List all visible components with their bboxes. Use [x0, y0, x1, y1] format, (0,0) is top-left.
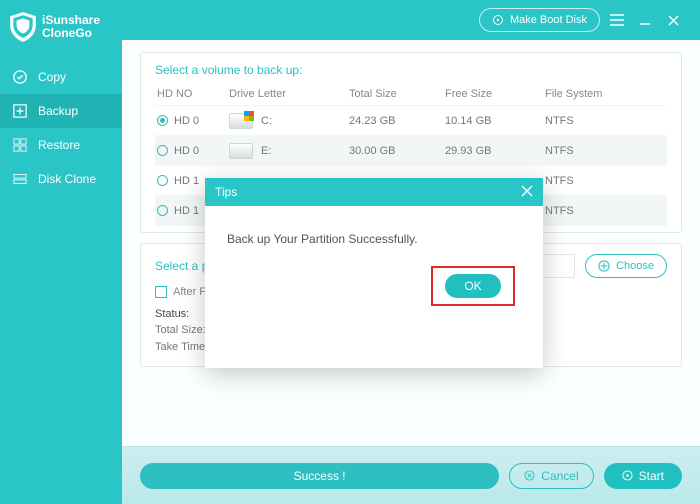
cell-fs: NTFS	[545, 205, 667, 217]
button-label: Make Boot Disk	[510, 14, 587, 26]
dialog-titlebar[interactable]: Tips	[205, 178, 543, 206]
col-drive: Drive Letter	[229, 88, 349, 100]
menu-button[interactable]	[606, 9, 628, 31]
drive-icon	[229, 143, 253, 159]
progress-label: Success !	[140, 463, 499, 489]
sidebar-item-copy[interactable]: Copy	[0, 60, 122, 94]
cell-total: 24.23 GB	[349, 115, 445, 127]
close-icon	[521, 185, 533, 197]
destination-title: Select a p	[155, 259, 208, 273]
checkbox-label: After F	[173, 286, 206, 298]
diskclone-icon	[12, 171, 28, 187]
shield-icon	[10, 12, 36, 42]
col-total: Total Size	[349, 88, 445, 100]
cell-total: 30.00 GB	[349, 145, 445, 157]
table-header: HD NO Drive Letter Total Size Free Size …	[155, 83, 667, 106]
ok-highlight: OK	[431, 266, 515, 306]
windows-drive-icon	[229, 113, 253, 129]
topbar: Make Boot Disk	[122, 0, 700, 40]
cancel-icon	[524, 470, 535, 481]
copy-icon	[12, 69, 28, 85]
sidebar-item-restore[interactable]: Restore	[0, 128, 122, 162]
table-row[interactable]: HD 0 C: 24.23 GB 10.14 GB NTFS	[155, 106, 667, 136]
cell-free: 29.93 GB	[445, 145, 545, 157]
cell-fs: NTFS	[545, 115, 667, 127]
button-label: Choose	[616, 260, 654, 272]
minimize-button[interactable]	[634, 9, 656, 31]
app-title: iSunshare CloneGo	[42, 14, 100, 40]
plus-circle-icon	[598, 260, 610, 272]
start-button[interactable]: Start	[604, 463, 682, 489]
app-title-line2: CloneGo	[42, 27, 100, 40]
volume-panel-title: Select a volume to back up:	[155, 63, 667, 77]
disc-icon	[492, 14, 504, 26]
sidebar-item-diskclone[interactable]: Disk Clone	[0, 162, 122, 196]
minimize-icon	[639, 14, 651, 26]
dialog-title: Tips	[215, 185, 237, 199]
checkbox-icon	[155, 286, 167, 298]
sidebar: iSunshare CloneGo Copy Backup Restore Di…	[0, 0, 122, 504]
button-label: Start	[639, 469, 664, 483]
app-logo: iSunshare CloneGo	[0, 0, 122, 60]
radio-icon[interactable]	[157, 175, 168, 186]
ok-button[interactable]: OK	[445, 274, 501, 298]
radio-icon[interactable]	[157, 205, 168, 216]
radio-icon[interactable]	[157, 115, 168, 126]
cell-hd: HD 1	[174, 175, 199, 187]
sidebar-item-label: Backup	[38, 104, 78, 118]
hamburger-icon	[610, 14, 624, 26]
bottombar: Success ! Cancel Start	[122, 446, 700, 504]
restore-icon	[12, 137, 28, 153]
close-button[interactable]	[662, 9, 684, 31]
close-icon	[668, 15, 679, 26]
cell-hd: HD 1	[174, 205, 199, 217]
cell-free: 10.14 GB	[445, 115, 545, 127]
cell-fs: NTFS	[545, 145, 667, 157]
dialog-close-button[interactable]	[521, 184, 533, 201]
radio-icon[interactable]	[157, 145, 168, 156]
choose-button[interactable]: Choose	[585, 254, 667, 278]
tips-dialog: Tips Back up Your Partition Successfully…	[205, 178, 543, 368]
cell-fs: NTFS	[545, 175, 667, 187]
table-row[interactable]: HD 0 E: 30.00 GB 29.93 GB NTFS	[155, 136, 667, 166]
sidebar-item-label: Restore	[38, 138, 80, 152]
backup-icon	[12, 103, 28, 119]
col-free: Free Size	[445, 88, 545, 100]
play-icon	[622, 470, 633, 481]
button-label: Cancel	[541, 469, 578, 483]
make-boot-disk-button[interactable]: Make Boot Disk	[479, 8, 600, 32]
dialog-message: Back up Your Partition Successfully.	[205, 206, 543, 256]
sidebar-item-backup[interactable]: Backup	[0, 94, 122, 128]
sidebar-item-label: Copy	[38, 70, 66, 84]
cell-letter: E:	[261, 145, 271, 157]
cell-letter: C:	[261, 115, 272, 127]
col-fs: File System	[545, 88, 667, 100]
col-hdno: HD NO	[155, 88, 229, 100]
progress-bar: Success !	[140, 463, 499, 489]
cell-hd: HD 0	[174, 115, 199, 127]
cancel-button[interactable]: Cancel	[509, 463, 593, 489]
cell-hd: HD 0	[174, 145, 199, 157]
sidebar-item-label: Disk Clone	[38, 172, 96, 186]
